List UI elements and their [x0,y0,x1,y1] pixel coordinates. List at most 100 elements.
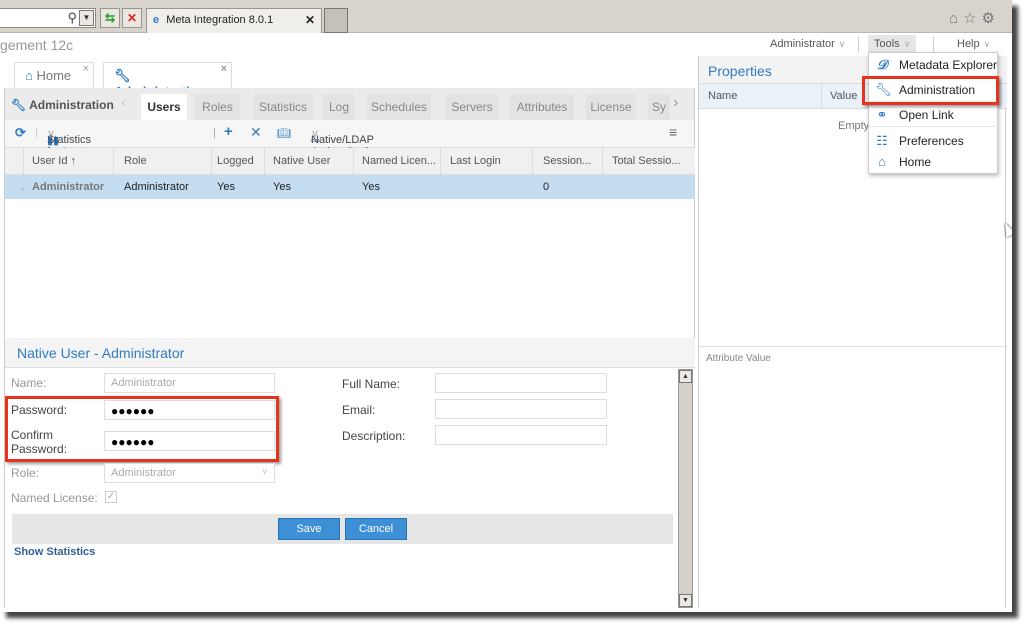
home-icon: ⌂ [25,68,33,83]
full-name-field[interactable] [435,373,607,393]
highlight-box-administration [862,76,999,105]
show-statistics-link[interactable]: Show Statistics [14,546,95,558]
grid-header: User Id ↑ Role Logged Native User Named … [5,148,695,175]
tab-administration[interactable]: 🔧︎ Administration × [103,62,232,99]
subtab-users[interactable]: Users [141,94,187,120]
full-name-label: Full Name: [342,377,401,391]
subtab-servers[interactable]: Servers [446,94,498,120]
admin-toolbar: ⟳ | ▮▮ Statistics for Last 7 days ∨ | + … [5,120,695,170]
scroll-down-icon[interactable]: ▼ [679,594,692,607]
divider [858,37,859,53]
link-icon: ⚭ [876,107,888,122]
cell-sessions: 0 [543,181,550,193]
tools-menu-label: Tools [874,38,900,50]
column-name[interactable]: Name [708,90,737,102]
gear-icon[interactable]: ⚙ [982,10,1000,27]
menu-item-label: Metadata Explorer [899,58,998,72]
ie-icon: e [153,14,160,26]
menu-item-open-link[interactable]: ⚭ Open Link [869,103,999,127]
address-bar[interactable]: ⚲ ▼ [0,8,96,28]
home-icon[interactable]: ⌂ [949,10,963,27]
highlight-box-password [5,396,279,462]
column-divider [440,148,441,175]
chevron-left-icon[interactable]: ‹ [121,94,126,112]
role-select[interactable]: Administrator ∨ [104,463,275,483]
refresh-icon[interactable]: ⇆ [100,8,120,28]
cancel-button[interactable]: Cancel [345,518,407,540]
admin-title-label: Administration [29,98,114,112]
refresh-icon[interactable]: ⟳ [15,125,26,141]
column-divider [211,148,212,175]
app-title: gement 12c [0,37,74,53]
column-value[interactable]: Value [830,90,857,102]
save-button[interactable]: Save [278,518,340,540]
search-icon[interactable]: ⚲ [67,10,77,26]
tools-dropdown-menu: 𝒟 Metadata Explorer 🔧︎ Administration ⚭ … [868,52,999,174]
divider [933,37,934,53]
form-button-bar: Save Cancel [12,514,673,544]
cell-role: Administrator [124,181,189,193]
chevron-down-icon: ∨ [838,39,846,49]
statistics-dropdown[interactable]: ▮▮ Statistics for Last 7 days ∨ [47,127,91,170]
admin-title: 🔧︎ Administration [11,98,114,112]
auth-dropdown[interactable]: ⇨ Native/LDAP Authentication Login ∨ [311,127,381,170]
role-label: Role: [11,466,40,480]
subtab-attributes[interactable]: Attributes [510,94,574,120]
home-icon: ⌂ [878,154,886,169]
subtab-roles[interactable]: Roles [195,94,240,120]
email-field[interactable] [435,399,607,419]
browser-toolbar: ⚲ ▼ ⇆ ✕ e Meta Integration 8.0.1 ✕ ⌂☆⚙ [0,0,1012,33]
chevron-down-icon: ∨ [261,466,268,476]
book-icon[interactable]: 📖︎ [277,127,291,140]
address-dropdown-icon[interactable]: ▼ [79,10,94,26]
new-tab-button[interactable] [324,8,348,33]
admin-subtabs: 🔧︎ Administration ‹ Users Roles Statisti… [5,88,695,120]
scroll-up-icon[interactable]: ▲ [679,370,692,383]
subtab-log[interactable]: Log [323,94,355,120]
properties-title: Properties [708,63,772,79]
cell-user-id: Administrator [32,181,105,193]
close-icon[interactable]: × [221,63,227,75]
browser-icons: ⌂☆⚙ [949,9,1000,27]
menu-item-home[interactable]: ⌂ Home [869,150,999,174]
subtab-license[interactable]: License [586,94,636,120]
wrench-icon: 🔧︎ [114,68,131,83]
tab-home[interactable]: ⌂ Home × [14,62,94,88]
help-menu-label: Help [957,38,980,50]
close-tab-icon[interactable]: ✕ [305,13,315,27]
subtab-schedules[interactable]: Schedules [367,94,431,120]
properties-empty-text: Empty [838,120,870,132]
divider: | [213,127,216,139]
role-select-value: Administrator [111,467,176,479]
cell-native-user: Yes [273,181,291,193]
delete-icon[interactable]: ✕ [250,124,262,141]
add-icon[interactable]: + [224,123,233,140]
menu-icon[interactable]: ≡ [669,124,677,140]
column-divider [532,148,533,175]
divider: | [35,127,38,139]
subtab-statistics[interactable]: Statistics [253,94,313,120]
star-icon[interactable]: ☆ [963,10,981,27]
named-license-checkbox[interactable]: ✓ [105,491,117,503]
description-field[interactable] [435,425,607,445]
close-icon[interactable]: × [83,63,89,75]
subtab-more[interactable]: Sy [648,94,670,120]
form-scrollbar[interactable]: ▲ ▼ [678,369,693,608]
description-label: Description: [342,429,406,443]
chevron-right-icon[interactable]: › [673,94,678,112]
column-divider [353,148,354,175]
name-label: Name: [11,376,47,390]
column-divider [821,84,822,109]
browser-tab[interactable]: e Meta Integration 8.0.1 ✕ [146,8,322,33]
browser-tab-title: Meta Integration 8.0.1 [166,14,274,26]
user-menu[interactable]: Administrator ∨ [770,38,845,58]
table-row[interactable]: . Administrator Administrator Yes Yes Ye… [5,175,695,199]
menu-item-label: Open Link [899,108,954,122]
menu-item-metadata-explorer[interactable]: 𝒟 Metadata Explorer [869,53,999,77]
name-field[interactable]: Administrator [104,373,275,393]
stop-icon[interactable]: ✕ [122,8,142,28]
metadata-explorer-icon: 𝒟 [876,57,888,72]
row-marker: . [21,181,25,193]
app-window: ⚲ ▼ ⇆ ✕ e Meta Integration 8.0.1 ✕ ⌂☆⚙ g… [0,0,1012,612]
column-divider [113,148,114,175]
